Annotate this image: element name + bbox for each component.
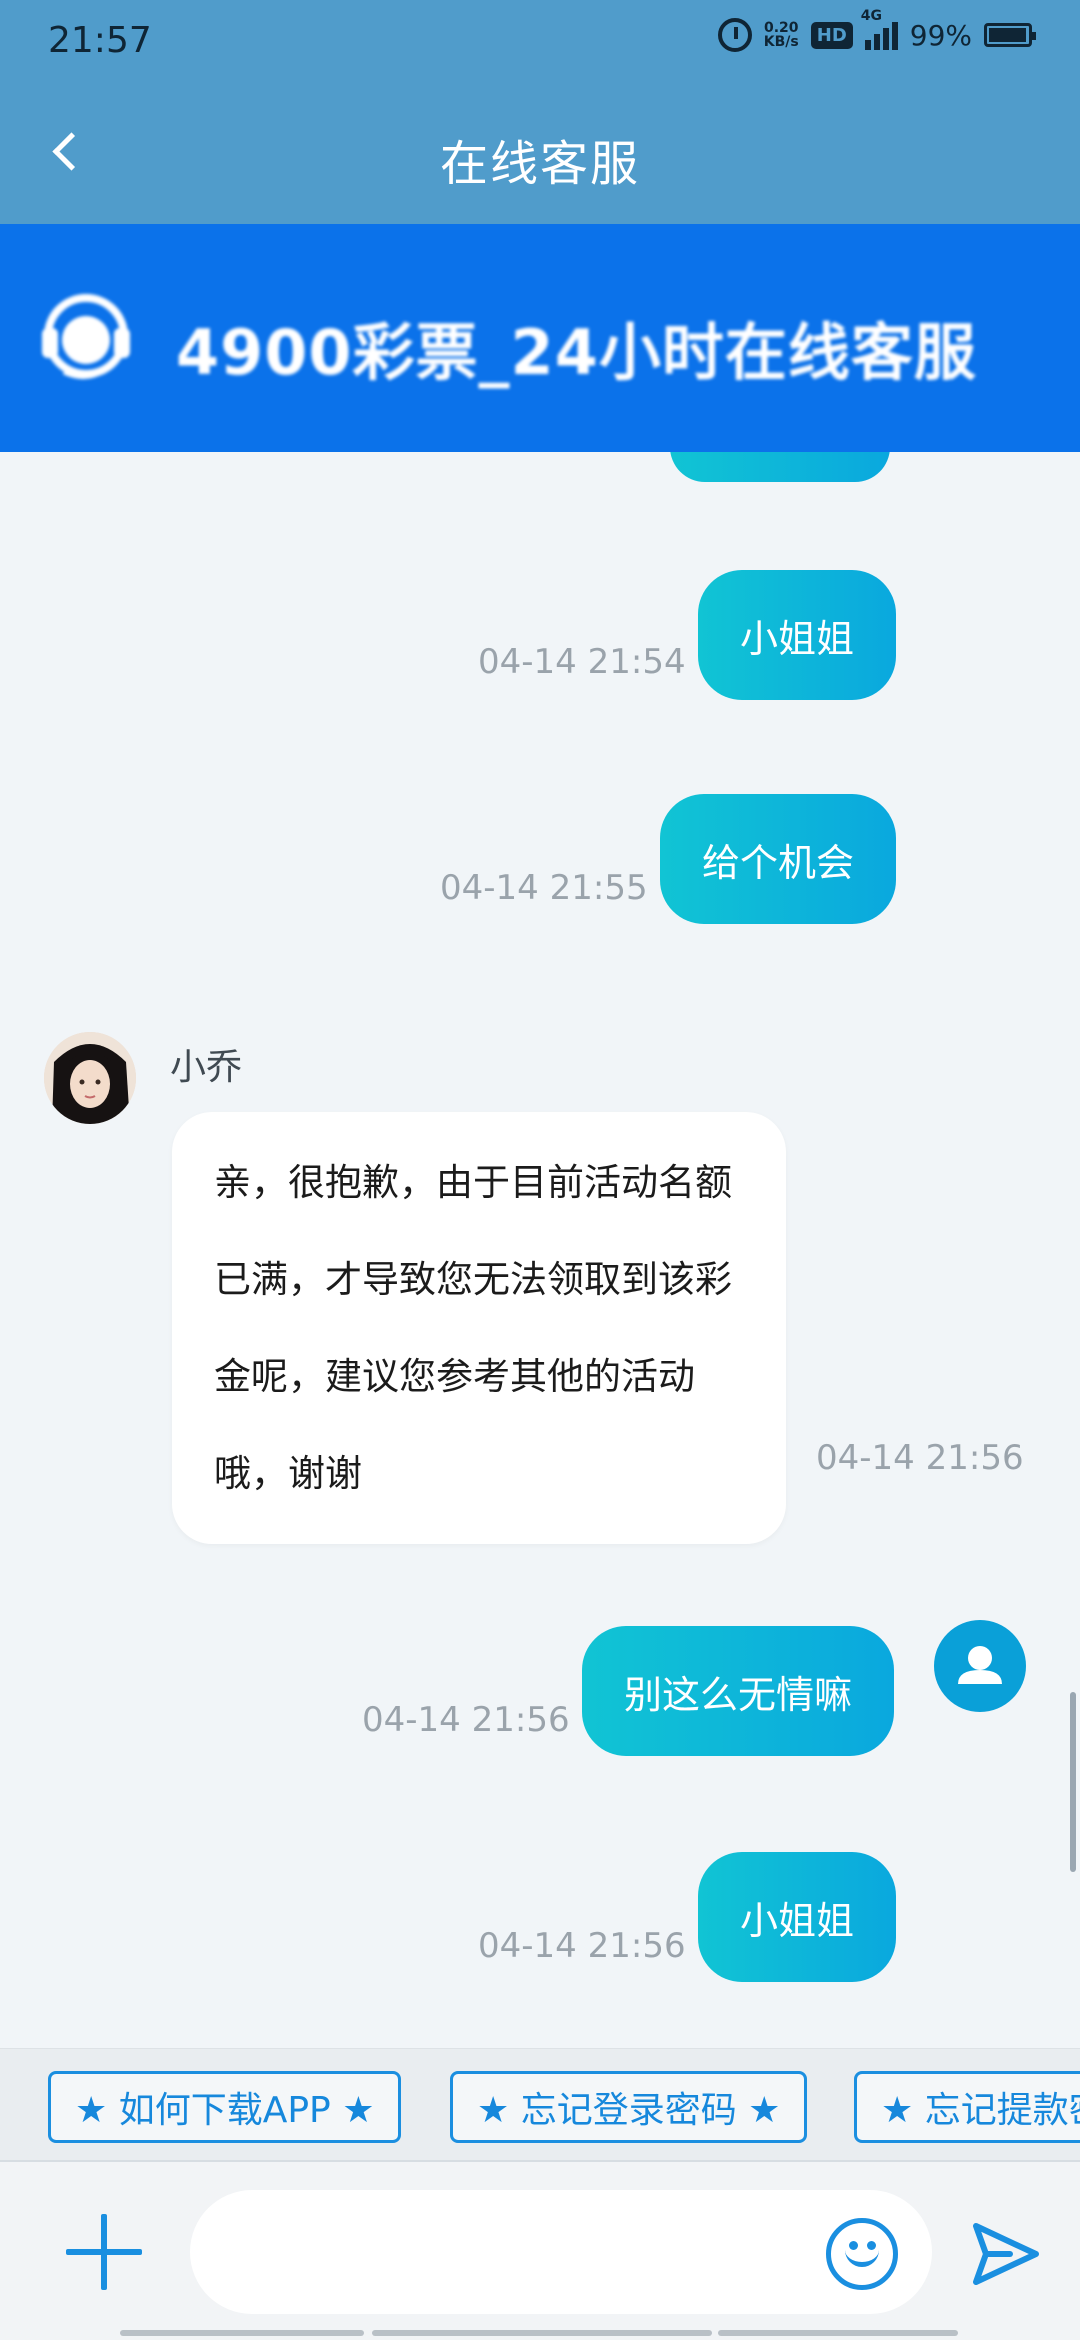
quick-reply-forgot-login-password[interactable]: ★ 忘记登录密码 ★ (450, 2071, 808, 2143)
message-timestamp: 04-14 21:56 (362, 1700, 570, 1740)
message-timestamp: 04-14 21:54 (478, 642, 686, 682)
hd-badge: HD (810, 21, 853, 49)
network-type: 4G (860, 8, 882, 24)
battery-icon (984, 23, 1036, 47)
signal-icon: 4G (861, 8, 898, 50)
status-bar: 21:57 0.20 KB/s HD 4G 99% (0, 0, 1080, 84)
agent-message-bubble[interactable]: 亲，很抱歉，由于目前活动名额已满，才导致您无法领取到该彩金呢，建议您参考其他的活… (172, 1112, 786, 1544)
service-banner: 4900彩票_24小时在线客服 (0, 224, 1080, 452)
quick-reply-download-app[interactable]: ★ 如何下载APP ★ (48, 2071, 402, 2143)
status-icons: 0.20 KB/s HD 4G 99% (717, 8, 1036, 52)
net-speed: 0.20 KB/s (764, 21, 799, 49)
message-input[interactable] (190, 2190, 932, 2314)
message-timestamp: 04-14 21:56 (816, 1438, 1024, 1478)
nav-bar: 在线客服 (0, 84, 1080, 224)
battery-percent: 99% (909, 18, 972, 52)
quick-reply-bar[interactable]: ★ 如何下载APP ★ ★ 忘记登录密码 ★ ★ 忘记提款密码 ★ (0, 2048, 1080, 2160)
person-icon (958, 1646, 1002, 1684)
smiley-icon[interactable] (826, 2218, 898, 2290)
user-message-bubble[interactable]: 小姐姐 (698, 570, 897, 700)
input-bar (0, 2160, 1080, 2340)
user-message-bubble[interactable]: 小姐姐 (698, 1852, 897, 1982)
user-message-bubble[interactable]: 给个机会 (660, 794, 897, 924)
plus-icon[interactable] (66, 2214, 142, 2290)
net-speed-unit: KB/s (763, 34, 799, 50)
user-message-bubble[interactable]: 别这么无情嘛 (582, 1626, 895, 1756)
headset-agent-icon (42, 294, 130, 379)
chat-area[interactable]: 小姐姐 04-14 21:54 给个机会 04-14 21:55 小乔 亲，很抱… (0, 452, 1080, 2048)
message-timestamp: 04-14 21:56 (478, 1926, 686, 1966)
gesture-bar (0, 2326, 1080, 2340)
agent-avatar-image (44, 1032, 136, 1124)
message-timestamp: 04-14 21:55 (440, 868, 648, 908)
banner-text: 4900彩票_24小时在线客服 (176, 316, 977, 389)
status-time: 21:57 (48, 20, 152, 61)
alarm-icon (717, 18, 752, 52)
user-avatar[interactable] (934, 1620, 1026, 1712)
send-icon[interactable] (970, 2218, 1042, 2290)
agent-name: 小乔 (170, 1047, 243, 1088)
chat-scrollbar[interactable] (1070, 1692, 1076, 1872)
page-title: 在线客服 (439, 136, 640, 192)
agent-avatar[interactable] (44, 1032, 136, 1124)
message-bubble-partial (670, 452, 890, 482)
quick-reply-forgot-withdraw-password[interactable]: ★ 忘记提款密码 ★ (854, 2071, 1080, 2143)
